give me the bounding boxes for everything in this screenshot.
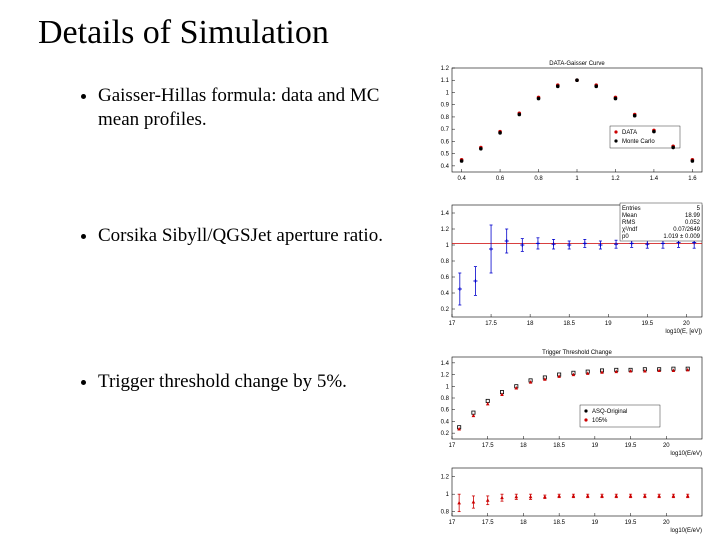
svg-text:0.6: 0.6 [441, 139, 450, 145]
svg-text:ASQ-Original: ASQ-Original [592, 409, 627, 415]
plot-aperture-ratio: 17 17.5 18 18.5 19 19.5 20 0.2 0.4 0.6 0.8 1 1.2 1.4 l… [430, 195, 710, 335]
svg-text:17: 17 [449, 321, 456, 327]
svg-text:1.4: 1.4 [441, 361, 450, 367]
svg-text:log10(E/eV): log10(E/eV) [670, 451, 702, 457]
svg-text:18.5: 18.5 [553, 520, 565, 526]
svg-text:1.4: 1.4 [650, 176, 659, 182]
svg-text:17.5: 17.5 [482, 443, 494, 449]
svg-text:DATA: DATA [622, 130, 637, 136]
svg-text:18: 18 [520, 520, 527, 526]
svg-text:19.5: 19.5 [625, 520, 637, 526]
svg-text:19.5: 19.5 [641, 321, 653, 327]
svg-text:Trigger Threshold Change: Trigger Threshold Change [542, 350, 612, 356]
svg-text:1.6: 1.6 [688, 176, 697, 182]
svg-text:1.1: 1.1 [441, 78, 450, 84]
svg-text:0.6: 0.6 [496, 176, 505, 182]
svg-text:17: 17 [449, 443, 456, 449]
svg-text:1: 1 [446, 492, 450, 498]
svg-text:1.019 ± 0.009: 1.019 ± 0.009 [663, 234, 700, 240]
svg-text:20: 20 [663, 520, 670, 526]
svg-text:0.5: 0.5 [441, 152, 450, 158]
svg-text:0.8: 0.8 [441, 259, 450, 265]
svg-text:20: 20 [663, 443, 670, 449]
svg-text:RMS: RMS [622, 220, 635, 226]
svg-text:0.8: 0.8 [534, 176, 543, 182]
bullet-1: Gaisser-Hillas formula: data and MC mean… [98, 84, 384, 132]
svg-text:17.5: 17.5 [485, 321, 497, 327]
svg-text:19: 19 [592, 443, 599, 449]
svg-text:19: 19 [605, 321, 612, 327]
plot-trigger-ratio: 17 17.5 18 18.5 19 19.5 20 0.8 1 1.2 log10(E/eV) [430, 462, 710, 534]
svg-text:0.8: 0.8 [441, 115, 450, 121]
svg-text:18.5: 18.5 [563, 321, 575, 327]
svg-text:1.2: 1.2 [441, 66, 450, 72]
svg-text:1.2: 1.2 [441, 475, 450, 481]
svg-text:0.4: 0.4 [441, 164, 450, 170]
svg-text:log10(E/eV): log10(E/eV) [670, 528, 702, 534]
svg-text:20: 20 [683, 321, 690, 327]
svg-text:18: 18 [527, 321, 534, 327]
svg-text:DATA-Gaisser Curve: DATA-Gaisser Curve [549, 61, 605, 67]
svg-text:1.2: 1.2 [441, 373, 450, 379]
svg-text:χ²/ndf: χ²/ndf [622, 227, 637, 233]
svg-text:0.6: 0.6 [441, 408, 450, 414]
svg-text:1: 1 [446, 90, 450, 96]
bullet-block-2: Corsika Sibyll/QGSJet aperture ratio. [74, 224, 384, 254]
svg-text:105%: 105% [592, 418, 608, 424]
bullet-block-1: Gaisser-Hillas formula: data and MC mean… [74, 84, 384, 138]
svg-text:Mean: Mean [622, 213, 637, 219]
svg-text:1.2: 1.2 [611, 176, 620, 182]
svg-text:0.2: 0.2 [441, 431, 450, 437]
svg-text:19: 19 [592, 520, 599, 526]
svg-text:0.8: 0.8 [441, 510, 450, 516]
bullet-3: Trigger threshold change by 5%. [98, 370, 384, 394]
svg-text:0.4: 0.4 [441, 291, 450, 297]
svg-text:1.4: 1.4 [441, 211, 450, 217]
plot-gaisser-hillas: DATA-Gaisser Curve 0.4 0.6 0.8 1 1.2 1.4 1.6 0.4… [430, 56, 710, 186]
svg-text:0.052: 0.052 [685, 220, 701, 226]
plot-trigger-threshold: Trigger Threshold Change 17 17.5 18 18.5 19 19… [430, 345, 710, 457]
svg-text:1.2: 1.2 [441, 227, 450, 233]
page-title: Details of Simulation [38, 14, 329, 52]
svg-text:0.6: 0.6 [441, 275, 450, 281]
svg-text:0.07/2649: 0.07/2649 [673, 227, 700, 233]
svg-text:Monte Carlo: Monte Carlo [622, 139, 655, 145]
svg-text:0.7: 0.7 [441, 127, 450, 133]
svg-text:1: 1 [575, 176, 579, 182]
svg-text:0.8: 0.8 [441, 396, 450, 402]
svg-text:17: 17 [449, 520, 456, 526]
svg-text:0.4: 0.4 [457, 176, 466, 182]
svg-text:1: 1 [446, 384, 450, 390]
svg-text:18.5: 18.5 [553, 443, 565, 449]
svg-text:18: 18 [520, 443, 527, 449]
svg-text:p0: p0 [622, 234, 629, 240]
svg-text:18.99: 18.99 [685, 213, 701, 219]
svg-text:17.5: 17.5 [482, 520, 494, 526]
bullet-block-3: Trigger threshold change by 5%. [74, 370, 384, 400]
bullet-2: Corsika Sibyll/QGSJet aperture ratio. [98, 224, 384, 248]
svg-text:Entries: Entries [622, 206, 641, 212]
svg-text:0.2: 0.2 [441, 307, 450, 313]
svg-text:19.5: 19.5 [625, 443, 637, 449]
svg-text:0.9: 0.9 [441, 103, 450, 109]
svg-text:log10(E, [eV]): log10(E, [eV]) [665, 329, 702, 335]
svg-text:0.4: 0.4 [441, 419, 450, 425]
svg-text:1: 1 [446, 243, 450, 249]
